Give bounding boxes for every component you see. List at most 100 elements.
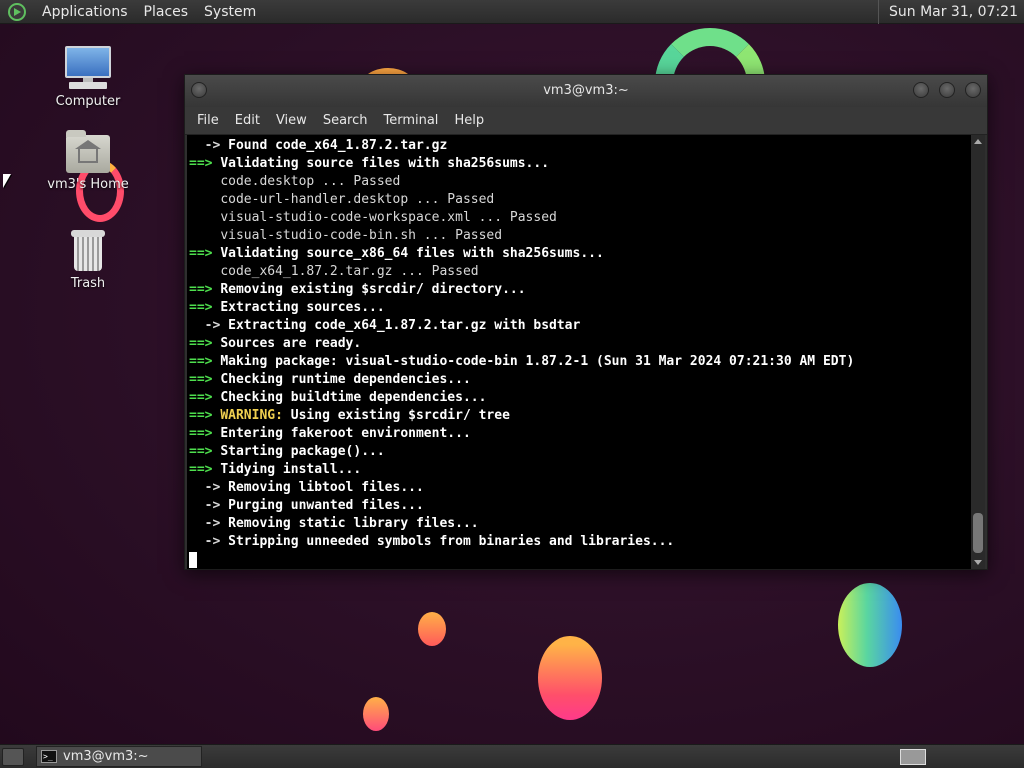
line-prefix: ==> [189,354,221,369]
line-text: Extracting sources... [220,300,385,315]
line-text: code_x64_1.87.2.tar.gz ... Passed [220,264,479,279]
home-folder-icon [66,130,110,173]
terminal-line: ==> Checking buildtime dependencies... [189,389,973,407]
desktop-icon-computer[interactable]: Computer [38,46,138,109]
menu-edit[interactable]: Edit [227,113,268,128]
terminal-line: ==> Making package: visual-studio-code-b… [189,353,973,371]
line-text: Validating source files with sha256sums.… [220,156,550,171]
taskbar-item-label: vm3@vm3:~ [63,749,149,764]
terminal-line: visual-studio-code-workspace.xml ... Pas… [189,209,973,227]
line-text: code.desktop ... Passed [220,174,401,189]
scroll-up-arrow-icon[interactable] [974,139,982,144]
terminal-output[interactable]: -> Found code_x64_1.87.2.tar.gz ==> Valid… [187,135,973,569]
line-text: code-url-handler.desktop ... Passed [220,192,495,207]
terminal-line: ==> Removing existing $srcdir/ directory… [189,281,973,299]
workspace-switcher[interactable] [900,748,926,765]
places-menu[interactable]: Places [136,4,197,20]
close-button[interactable] [965,82,981,98]
desktop-icon-home[interactable]: vm3's Home [38,130,138,192]
line-text: Sources are ready. [220,336,362,351]
desktop-icon-label: Computer [55,94,121,109]
terminal-line: -> Stripping unneeded symbols from binar… [189,533,973,551]
terminal-line: ==> Entering fakeroot environment... [189,425,973,443]
line-prefix: ==> [189,156,221,171]
top-panel: Applications Places System Sun Mar 31, 0… [0,0,1024,24]
menu-search[interactable]: Search [315,113,376,128]
line-text: Removing static library files... [228,516,479,531]
window-titlebar[interactable]: vm3@vm3:~ [185,75,987,107]
line-prefix: -> [189,138,229,153]
line-prefix: -> [189,534,229,549]
decorative-big-orange-blob [538,636,602,720]
menu-terminal[interactable]: Terminal [375,113,446,128]
line-text: Tidying install... [220,462,362,477]
line-text: Purging unwanted files... [228,498,424,513]
line-prefix [189,210,220,225]
window-menu-button[interactable] [191,82,207,98]
line-prefix: -> [189,516,229,531]
menu-logo-icon[interactable] [8,2,26,21]
line-text: Checking runtime dependencies... [220,372,471,387]
taskbar-item-terminal[interactable]: >_ vm3@vm3:~ [36,746,202,767]
terminal-window[interactable]: vm3@vm3:~ File Edit View Search Terminal… [184,74,988,570]
line-text: Starting package()... [220,444,385,459]
terminal-scrollbar[interactable] [971,135,985,569]
menu-file[interactable]: File [189,113,227,128]
line-prefix: ==> [189,246,221,261]
scroll-down-arrow-icon[interactable] [974,560,982,565]
line-text: Found code_x64_1.87.2.tar.gz [228,138,448,153]
line-prefix: ==> [189,336,221,351]
line-text: Removing existing $srcdir/ directory... [220,282,526,297]
decorative-small-orange-blob [418,612,446,646]
line-text: Removing libtool files... [228,480,424,495]
scrollbar-thumb[interactable] [973,513,983,553]
line-prefix: ==> [189,426,221,441]
line-prefix: -> [189,498,229,513]
line-prefix: ==> [189,282,221,297]
terminal-menubar: File Edit View Search Terminal Help [185,107,987,135]
terminal-line: code.desktop ... Passed [189,173,973,191]
terminal-line: -> Removing libtool files... [189,479,973,497]
menu-help[interactable]: Help [446,113,492,128]
decorative-tiny-orange-blob [363,697,389,731]
terminal-line: ==> Extracting sources... [189,299,973,317]
decorative-green-blue-blob [838,583,902,667]
terminal-line: visual-studio-code-bin.sh ... Passed [189,227,973,245]
applications-menu[interactable]: Applications [34,4,136,20]
terminal-line: ==> Checking runtime dependencies... [189,371,973,389]
terminal-line: ==> Validating source_x86_64 files with … [189,245,973,263]
terminal-line: code_x64_1.87.2.tar.gz ... Passed [189,263,973,281]
terminal-line: ==> Starting package()... [189,443,973,461]
desktop-icon-trash[interactable]: Trash [38,230,138,291]
minimize-button[interactable] [913,82,929,98]
line-prefix: ==> [189,390,221,405]
line-prefix [189,174,220,189]
mouse-cursor-icon [3,174,11,188]
line-text: Stripping unneeded symbols from binaries… [228,534,675,549]
window-title: vm3@vm3:~ [543,83,629,98]
show-desktop-button[interactable] [2,747,24,766]
line-text: Checking buildtime dependencies... [220,390,487,405]
line-prefix: ==> [189,408,221,423]
line-prefix: ==> [189,372,221,387]
line-prefix [189,264,220,279]
line-text: Extracting code_x64_1.87.2.tar.gz with b… [228,318,581,333]
line-prefix: -> [189,318,229,333]
terminal-line: -> Removing static library files... [189,515,973,533]
menu-view[interactable]: View [268,113,315,128]
maximize-button[interactable] [939,82,955,98]
line-text: visual-studio-code-workspace.xml ... Pas… [220,210,557,225]
terminal-line: ==> Tidying install... [189,461,973,479]
terminal-line: ==> Sources are ready. [189,335,973,353]
desktop-icon-label: vm3's Home [47,177,129,192]
line-prefix: ==> [189,462,221,477]
computer-icon [65,46,111,90]
line-prefix [189,228,220,243]
clock[interactable]: Sun Mar 31, 07:21 [877,0,1024,24]
line-text: visual-studio-code-bin.sh ... Passed [220,228,503,243]
terminal-line: -> Found code_x64_1.87.2.tar.gz [189,137,973,155]
system-menu[interactable]: System [196,4,264,20]
terminal-cursor-line [189,551,973,569]
line-prefix: ==> [189,444,221,459]
line-prefix: ==> [189,300,221,315]
